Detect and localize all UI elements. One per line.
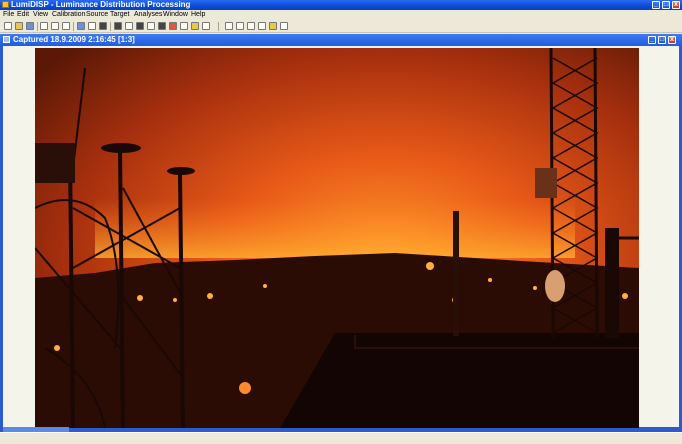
histogram-icon[interactable] [99, 22, 107, 30]
image-icon[interactable] [114, 22, 122, 30]
menu-source[interactable]: Source [86, 10, 108, 20]
table-icon[interactable] [180, 22, 188, 30]
menu-file[interactable]: File [3, 10, 14, 20]
sky-icon[interactable] [158, 22, 166, 30]
map-icon[interactable] [191, 22, 199, 30]
child-maximize-button[interactable]: □ [658, 36, 666, 44]
select-arrow-icon[interactable] [225, 22, 233, 30]
menu-view[interactable]: View [33, 10, 48, 20]
app-title-bar[interactable]: LumiDISP - Luminance Distribution Proces… [0, 0, 682, 10]
maximize-button[interactable]: □ [662, 1, 670, 9]
app-title: LumiDISP - Luminance Distribution Proces… [11, 0, 191, 9]
menu-calibration[interactable]: Calibration [52, 10, 85, 20]
child-window-title-bar[interactable]: Captured 18.9.2009 2:16:45 [1:3] _ □ x [0, 34, 682, 46]
toolbar [0, 20, 682, 33]
close-button[interactable]: x [672, 1, 680, 9]
ellipse-icon[interactable] [258, 22, 266, 30]
line-icon[interactable] [280, 22, 288, 30]
copy-icon[interactable] [51, 22, 59, 30]
sun-icon [2, 1, 9, 8]
save-icon[interactable] [26, 22, 34, 30]
menu-window[interactable]: Window [163, 10, 188, 20]
pen-icon[interactable] [269, 22, 277, 30]
menu-edit[interactable]: Edit [17, 10, 29, 20]
status-bar [0, 432, 682, 444]
menu-help[interactable]: Help [191, 10, 205, 20]
chart-icon[interactable] [136, 22, 144, 30]
image-icon [3, 36, 10, 43]
new-icon[interactable] [4, 22, 12, 30]
zoom-icon[interactable] [236, 22, 244, 30]
chart-icon[interactable] [202, 22, 210, 30]
menu-bar: File Edit View Calibration Source Target… [0, 10, 682, 20]
print-icon[interactable] [169, 22, 177, 30]
paste-icon[interactable] [62, 22, 70, 30]
minimize-button[interactable]: _ [652, 1, 660, 9]
menu-target[interactable]: Target [110, 10, 129, 20]
grid-icon[interactable] [77, 22, 85, 30]
child-window-title: Captured 18.9.2009 2:16:45 [1:3] [13, 35, 135, 44]
open-icon[interactable] [15, 22, 23, 30]
map-icon[interactable] [125, 22, 133, 30]
child-close-button[interactable]: x [668, 36, 676, 44]
rectangle-icon[interactable] [247, 22, 255, 30]
table-icon[interactable] [88, 22, 96, 30]
cut-icon[interactable] [40, 22, 48, 30]
camera-icon[interactable] [147, 22, 155, 30]
captured-night-sky-image[interactable] [35, 48, 639, 428]
menu-analyses[interactable]: Analyses [134, 10, 162, 20]
child-minimize-button[interactable]: _ [648, 36, 656, 44]
